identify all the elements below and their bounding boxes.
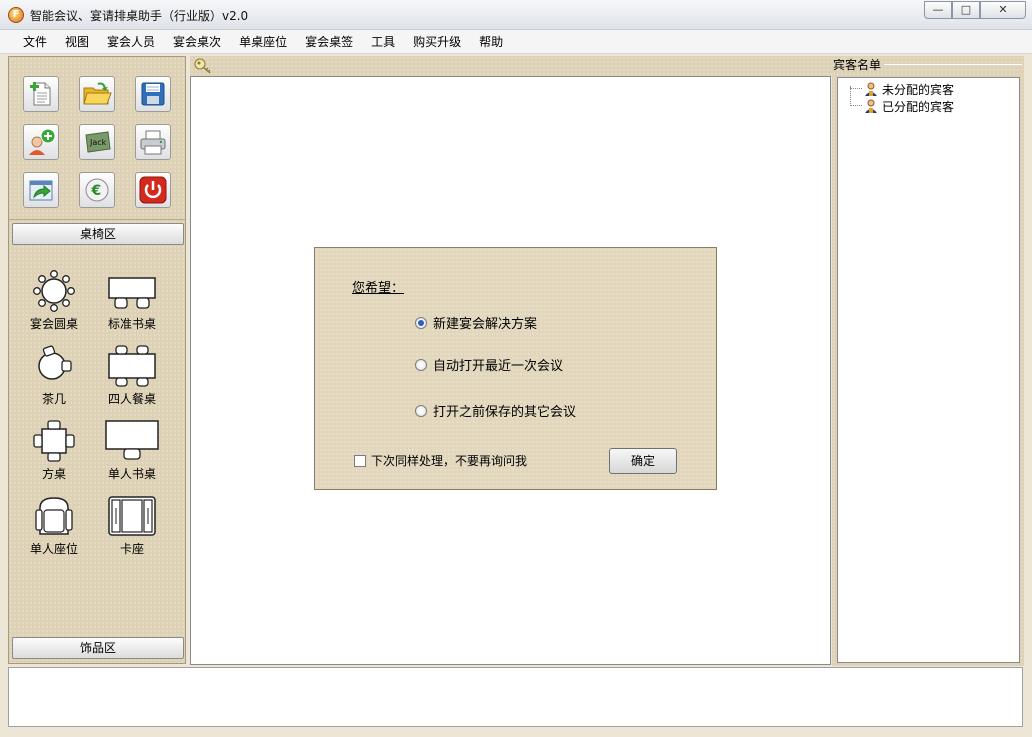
new-document-icon [30, 82, 51, 106]
guest-list-title: 宾客名单 [833, 58, 882, 72]
toolbar-grid: Jack € [9, 57, 185, 220]
name-card-icon: Jack [85, 131, 111, 153]
name-card-button[interactable]: Jack [79, 124, 115, 160]
furniture-label: 标准书桌 [107, 317, 156, 331]
save-disk-icon [141, 82, 165, 106]
furniture-label: 四人餐桌 [107, 392, 156, 406]
furniture-booth[interactable]: 卡座 [97, 494, 167, 557]
menu-purchase-upgrade[interactable]: 购买升级 [404, 31, 470, 53]
minimize-button[interactable]: — [924, 1, 952, 19]
menu-file[interactable]: 文件 [14, 31, 56, 53]
guest-tree[interactable]: 未分配的宾客 已分配的宾客 [837, 77, 1020, 663]
export-arrow-icon [29, 180, 53, 201]
svg-text:€: € [91, 183, 102, 199]
option-new-solution[interactable]: 新建宴会解决方案 [415, 313, 537, 332]
option-label: 新建宴会解决方案 [433, 317, 538, 332]
furniture-label: 方桌 [41, 467, 66, 481]
open-folder-icon [83, 82, 112, 105]
save-button[interactable] [135, 76, 171, 112]
tree-item-label: 未分配的宾客 [882, 83, 955, 97]
tree-connector [850, 88, 862, 89]
menu-bar: 文件 视图 宴会人员 宴会桌次 单桌座位 宴会桌签 工具 购买升级 帮助 [0, 30, 1032, 54]
status-area [8, 667, 1023, 727]
person-icon [865, 99, 877, 113]
furniture-label: 单人座位 [29, 542, 78, 556]
option-label: 打开之前保存的其它会议 [433, 405, 577, 420]
startup-dialog: 您希望： 新建宴会解决方案 自动打开最近一次会议 打开之前保存的其它会议 下次同… [314, 247, 717, 490]
open-button[interactable] [79, 76, 115, 112]
furniture-round-table[interactable]: 宴会圆桌 [19, 269, 89, 332]
menu-table-cards[interactable]: 宴会桌签 [296, 31, 362, 53]
single-seat-icon [35, 497, 73, 535]
title-bar: F 智能会议、宴请排桌助手（行业版）v2.0 — □ ✕ [0, 0, 1032, 30]
round-table-icon [33, 270, 75, 312]
tree-item-assigned[interactable]: 已分配的宾客 [864, 98, 954, 115]
furniture-single-desk[interactable]: 单人书桌 [97, 419, 167, 482]
add-person-icon [29, 128, 56, 155]
guest-panel: 宾客名单 未分配的宾客 已分配的宾客 [832, 56, 1024, 666]
print-button[interactable] [135, 124, 171, 160]
add-person-button[interactable] [23, 124, 59, 160]
square-table-icon [33, 420, 75, 462]
standard-desk-icon [108, 277, 156, 309]
furniture-square-table[interactable]: 方桌 [19, 419, 89, 482]
option-open-saved[interactable]: 打开之前保存的其它会议 [415, 401, 576, 420]
exit-button[interactable] [135, 172, 171, 208]
pricing-button[interactable]: € [79, 172, 115, 208]
option-open-recent[interactable]: 自动打开最近一次会议 [415, 355, 563, 374]
key-icon[interactable] [193, 57, 213, 75]
export-button[interactable] [23, 172, 59, 208]
decor-section-button[interactable]: 饰品区 [12, 637, 184, 659]
menu-table-seats[interactable]: 单桌座位 [230, 31, 296, 53]
tree-item-label: 已分配的宾客 [882, 100, 955, 114]
dialog-heading: 您希望： [352, 281, 405, 296]
option-label: 自动打开最近一次会议 [433, 359, 564, 374]
menu-tools[interactable]: 工具 [362, 31, 404, 53]
svg-text:Jack: Jack [89, 138, 107, 147]
left-panel: Jack € 桌椅区 宴会圆桌 标准书桌 茶几 四人餐桌 方桌 单人书桌 单人座… [8, 56, 186, 664]
printer-icon [140, 130, 166, 155]
ok-button[interactable]: 确定 [609, 448, 677, 474]
furniture-tea-table[interactable]: 茶几 [19, 344, 89, 407]
single-desk-icon [105, 420, 159, 460]
furniture-standard-desk[interactable]: 标准书桌 [97, 273, 167, 332]
power-icon [139, 176, 167, 204]
person-icon [865, 82, 877, 96]
canvas-toolbar [190, 56, 832, 76]
menu-banquet-people[interactable]: 宴会人员 [98, 31, 164, 53]
new-button[interactable] [23, 76, 59, 112]
menu-view[interactable]: 视图 [56, 31, 98, 53]
booth-icon [108, 496, 156, 536]
furniture-label: 卡座 [119, 542, 144, 556]
furniture-label: 茶几 [41, 392, 66, 406]
maximize-button[interactable]: □ [952, 1, 980, 19]
group-line [884, 64, 1022, 65]
tea-table-icon [38, 345, 72, 380]
tree-connector [850, 105, 862, 106]
window-title: 智能会议、宴请排桌助手（行业版）v2.0 [30, 9, 249, 23]
app-logo-icon: F [8, 7, 24, 23]
tree-item-unassigned[interactable]: 未分配的宾客 [864, 81, 954, 98]
close-button[interactable]: ✕ [980, 1, 1026, 19]
checkbox-icon[interactable] [354, 454, 366, 467]
menu-help[interactable]: 帮助 [470, 31, 512, 53]
menu-banquet-tables[interactable]: 宴会桌次 [164, 31, 230, 53]
furniture-label: 单人书桌 [107, 467, 156, 481]
furniture-label: 宴会圆桌 [29, 317, 78, 331]
dont-ask-again-checkbox[interactable]: 下次同样处理，不要再询问我 [354, 452, 527, 469]
radio-icon[interactable] [415, 404, 427, 417]
checkbox-label: 下次同样处理，不要再询问我 [371, 454, 528, 468]
tables-section-button[interactable]: 桌椅区 [12, 223, 184, 245]
radio-icon[interactable] [415, 358, 427, 371]
furniture-four-dining-table[interactable]: 四人餐桌 [97, 344, 167, 407]
euro-coin-icon: € [85, 178, 109, 202]
furniture-single-seat[interactable]: 单人座位 [19, 494, 89, 557]
radio-checked-icon[interactable] [415, 316, 427, 329]
four-dining-table-icon [108, 345, 156, 387]
